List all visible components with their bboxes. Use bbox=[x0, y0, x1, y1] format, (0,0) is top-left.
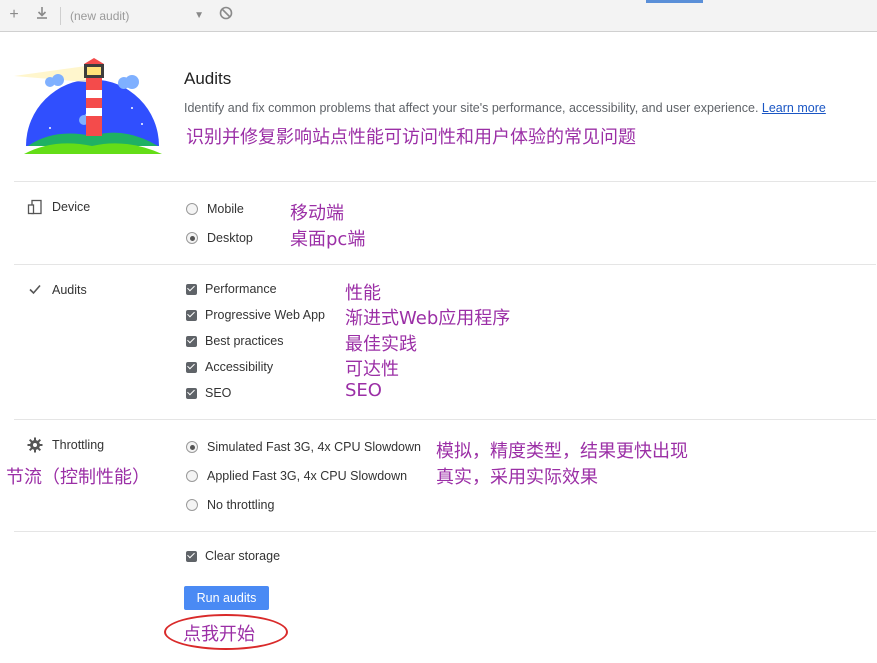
download-icon[interactable] bbox=[33, 6, 51, 24]
block-icon[interactable] bbox=[217, 6, 235, 24]
audit-performance[interactable]: Performance bbox=[186, 282, 277, 296]
option-label: Simulated Fast 3G, 4x CPU Slowdown bbox=[207, 440, 421, 454]
page-description: Identify and fix common problems that af… bbox=[184, 101, 826, 115]
annotation-pwa: 渐进式Web应用程序 bbox=[345, 308, 511, 329]
plus-icon[interactable]: + bbox=[5, 6, 23, 24]
divider bbox=[14, 181, 876, 182]
option-label: Best practices bbox=[205, 334, 284, 348]
checkbox-accessibility[interactable] bbox=[186, 361, 197, 373]
throttling-option-none[interactable]: No throttling bbox=[186, 498, 274, 512]
audits-toolbar: + (new audit) ▼ bbox=[0, 0, 877, 32]
device-option-desktop[interactable]: Desktop bbox=[186, 231, 253, 245]
audit-best-practices[interactable]: Best practices bbox=[186, 334, 284, 348]
lighthouse-logo bbox=[14, 58, 162, 154]
throttling-label: Throttling bbox=[52, 438, 105, 452]
annotation-accessibility: 可达性 bbox=[345, 359, 399, 380]
radio-applied[interactable] bbox=[186, 470, 198, 482]
device-label: Device bbox=[52, 200, 91, 214]
audit-accessibility[interactable]: Accessibility bbox=[186, 360, 273, 374]
learn-more-link[interactable]: Learn more bbox=[762, 101, 826, 115]
annotation-run: 点我开始 bbox=[183, 624, 255, 645]
device-icon bbox=[26, 199, 44, 217]
checkbox-performance[interactable] bbox=[186, 283, 197, 295]
radio-none[interactable] bbox=[186, 499, 198, 511]
checkbox-seo[interactable] bbox=[186, 387, 197, 399]
description-text: Identify and fix common problems that af… bbox=[184, 101, 759, 115]
option-label: Progressive Web App bbox=[205, 308, 325, 322]
radio-desktop[interactable] bbox=[186, 232, 198, 244]
checkbox-best-practices[interactable] bbox=[186, 335, 197, 347]
active-tab-indicator bbox=[646, 0, 703, 3]
chevron-down-icon: ▼ bbox=[194, 10, 204, 21]
option-label: Applied Fast 3G, 4x CPU Slowdown bbox=[207, 469, 408, 483]
radio-simulated[interactable] bbox=[186, 441, 198, 453]
audits-label: Audits bbox=[52, 283, 87, 297]
annotation-mobile: 移动端 bbox=[290, 203, 344, 224]
throttling-option-applied[interactable]: Applied Fast 3G, 4x CPU Slowdown bbox=[186, 469, 407, 483]
clear-storage-option[interactable]: Clear storage bbox=[186, 549, 280, 563]
divider bbox=[14, 419, 876, 420]
divider bbox=[14, 264, 876, 265]
radio-mobile[interactable] bbox=[186, 203, 198, 215]
gear-icon bbox=[26, 437, 44, 455]
divider bbox=[14, 531, 876, 532]
annotation-desktop: 桌面pc端 bbox=[290, 229, 366, 250]
option-label: Performance bbox=[205, 282, 277, 296]
annotation-performance: 性能 bbox=[345, 283, 381, 304]
option-label: Accessibility bbox=[205, 360, 274, 374]
annotation-throttling: 节流（控制性能） bbox=[6, 467, 150, 488]
toolbar-divider bbox=[60, 7, 61, 25]
option-label: Mobile bbox=[207, 202, 244, 216]
throttling-option-simulated[interactable]: Simulated Fast 3G, 4x CPU Slowdown bbox=[186, 440, 421, 454]
checkmark-icon bbox=[26, 282, 44, 300]
audit-select-value: (new audit) bbox=[70, 9, 130, 23]
audit-seo[interactable]: SEO bbox=[186, 386, 231, 400]
checkbox-pwa[interactable] bbox=[186, 309, 197, 321]
run-audits-button[interactable]: Run audits bbox=[184, 586, 269, 610]
option-label: No throttling bbox=[207, 498, 275, 512]
annotation-header: 识别并修复影响站点性能可访问性和用户体验的常见问题 bbox=[186, 127, 636, 148]
option-label: Desktop bbox=[207, 231, 253, 245]
audit-select[interactable]: (new audit) ▼ bbox=[64, 6, 208, 26]
annotation-simulated: 模拟，精度类型，结果更快出现 bbox=[436, 441, 688, 462]
annotation-applied: 真实，采用实际效果 bbox=[436, 467, 598, 488]
device-option-mobile[interactable]: Mobile bbox=[186, 202, 244, 216]
option-label: Clear storage bbox=[205, 549, 281, 563]
annotation-best-practices: 最佳实践 bbox=[345, 334, 417, 355]
page-title: Audits bbox=[184, 69, 232, 88]
checkbox-clear-storage[interactable] bbox=[186, 550, 197, 562]
audit-pwa[interactable]: Progressive Web App bbox=[186, 308, 325, 322]
option-label: SEO bbox=[205, 386, 232, 400]
annotation-seo: SEO bbox=[345, 380, 382, 401]
